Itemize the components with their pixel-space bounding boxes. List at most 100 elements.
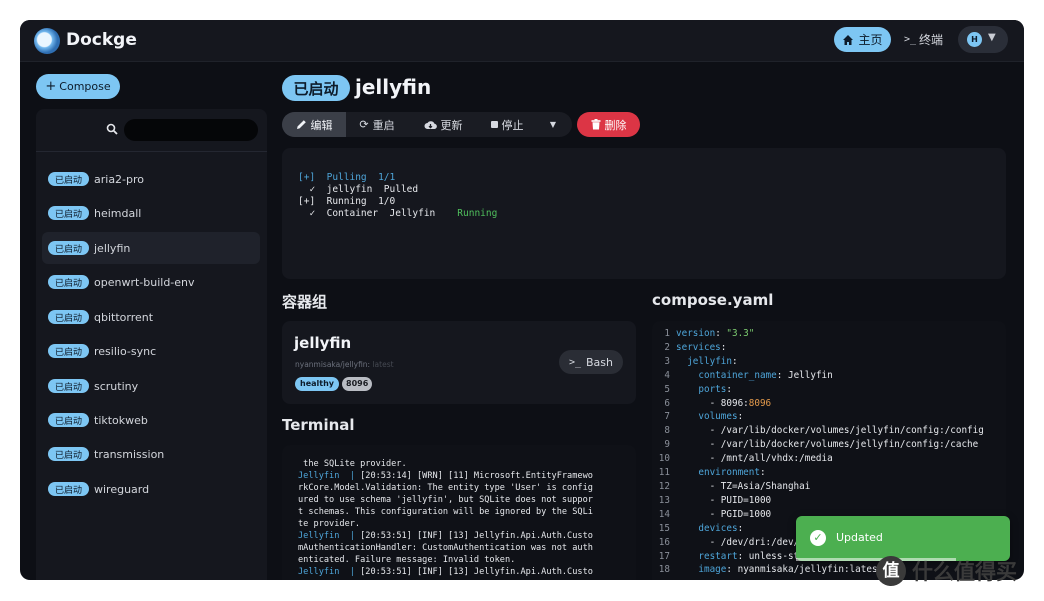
log-line: Jellyfin | [20:53:51] [INF] [13] Jellyfi… (298, 566, 620, 578)
port-badge[interactable]: 8096 (342, 377, 373, 391)
stack-name: transmission (94, 447, 165, 461)
log-line: mAuthenticationHandler: CustomAuthentica… (298, 543, 593, 553)
stack-name: aria2-pro (94, 172, 145, 186)
stack-item-aria2-pro[interactable]: 已启动 aria2-pro (42, 163, 260, 195)
stack-action-group: 编辑 ⟳ 重启 更新 停止 ▼ (282, 112, 572, 137)
chevron-down-icon: ▼ (988, 32, 996, 43)
code-text: - /mnt/all/vhdx:/media (676, 453, 833, 465)
log-text: [20:53:51] [INF] [13] Jellyfin.Api.Auth.… (354, 567, 593, 577)
stack-name: openwrt-build-env (94, 275, 195, 289)
line-number: 11 (658, 467, 670, 479)
log-line: enticated. Failure message: Invalid toke… (298, 555, 516, 565)
line-number: 4 (664, 369, 670, 381)
avatar: H (967, 32, 982, 47)
code-text: devices: (698, 522, 744, 534)
restart-label: 重启 (372, 118, 395, 132)
nav-terminal-button[interactable]: >_ 终端 (904, 27, 950, 52)
stack-item-jellyfin[interactable]: 已启动 jellyfin (42, 232, 260, 264)
code-line: 8 - /var/lib/docker/volumes/jellyfin/con… (652, 424, 1006, 438)
dockge-logo-icon[interactable] (34, 28, 60, 54)
status-badge: 已启动 (48, 344, 89, 358)
line-number: 3 (664, 355, 670, 367)
toast-notification[interactable]: ✓ Updated (796, 516, 1010, 561)
code-line: 13 - PUID=1000 (652, 494, 1006, 508)
caret-down-icon: ▼ (549, 120, 557, 129)
log-prefix: Jellyfin | (298, 567, 355, 577)
stack-name: resilio-sync (94, 344, 157, 358)
progress-line-text: ✓ Container Jellyfin (298, 208, 436, 219)
delete-button[interactable]: 删除 (577, 112, 640, 137)
status-badge: 已启动 (48, 206, 89, 220)
status-badge: 已启动 (48, 447, 89, 461)
bash-label: Bash (586, 355, 614, 369)
bash-button[interactable]: >_ Bash (559, 350, 623, 374)
stack-item-openwrt-build-env[interactable]: 已启动 openwrt-build-env (42, 266, 260, 298)
line-number: 1 (664, 328, 670, 339)
code-line: 5 ports: (652, 383, 1006, 397)
line-number: 12 (658, 480, 670, 492)
search-input[interactable] (124, 119, 258, 141)
update-button[interactable]: 更新 (416, 112, 470, 137)
log-line: te provider. (298, 519, 361, 529)
terminal-log[interactable]: the SQLite provider. Jellyfin | [20:53:14… (282, 445, 636, 580)
log-prefix: Jellyfin | (298, 531, 355, 541)
line-number: 13 (658, 494, 670, 506)
watermark-logo: 值 (876, 556, 906, 586)
edit-button[interactable]: 编辑 (282, 112, 346, 137)
stack-status-badge: 已启动 (282, 75, 350, 101)
code-text: environment: (698, 467, 766, 479)
stack-name: heimdall (94, 206, 142, 220)
line-number: 5 (664, 383, 670, 395)
code-line: 10 - /mnt/all/vhdx:/media (652, 452, 1006, 466)
code-line: 3 jellyfin: (652, 355, 1006, 369)
code-text: image: nyanmisaka/jellyfin:latest (698, 564, 884, 576)
stack-item-transmission[interactable]: 已启动 transmission (42, 438, 260, 470)
brand-name[interactable]: Dockge (66, 30, 137, 50)
code-text: - /var/lib/docker/volumes/jellyfin/confi… (676, 439, 979, 451)
stack-item-wireguard[interactable]: 已启动 wireguard (42, 473, 260, 505)
stack-item-scrutiny[interactable]: 已启动 scrutiny (42, 370, 260, 402)
progress-terminal[interactable]: [+] Pulling 1/1 ✓ jellyfin Pulled [+] Ru… (282, 148, 1006, 279)
code-text: - PUID=1000 (676, 494, 772, 506)
compose-heading: compose.yaml (652, 291, 774, 309)
line-number: 9 (664, 439, 670, 451)
code-text: version: "3.3" (676, 328, 755, 339)
code-text: - PGID=1000 (676, 508, 772, 520)
code-line: 4 container_name: Jellyfin (652, 369, 1006, 383)
nav-terminal-label: 终端 (919, 33, 944, 47)
code-text: - 8096:8096 (676, 397, 772, 409)
line-number: 18 (658, 564, 670, 576)
code-line: 7 volumes: (652, 410, 1006, 424)
line-number: 8 (664, 425, 670, 437)
stack-list: 已启动 aria2-pro 已启动 heimdall 已启动 jellyfin 已启动 ope… (36, 151, 267, 580)
log-text: [20:53:51] [INF] [13] Jellyfin.Api.Auth.… (354, 531, 593, 541)
progress-line: [+] Running 1/0 (298, 196, 396, 207)
stack-item-qbittorrent[interactable]: 已启动 qbittorrent (42, 301, 260, 333)
code-text: - TZ=Asia/Shanghai (676, 480, 811, 492)
nav-home-label: 主页 (858, 33, 883, 47)
code-text: - /dev/dri:/dev/dri (676, 536, 816, 548)
stack-item-heimdall[interactable]: 已启动 heimdall (42, 197, 260, 229)
terminal-heading: Terminal (282, 416, 355, 434)
stack-item-tiktokweb[interactable]: 已启动 tiktokweb (42, 404, 260, 436)
health-badge: healthy (295, 377, 339, 391)
restart-button[interactable]: ⟳ 重启 (350, 112, 404, 137)
stop-button[interactable]: 停止 (480, 112, 534, 137)
code-text: jellyfin: (687, 355, 738, 367)
nav-home-button[interactable]: 主页 (834, 27, 891, 52)
delete-label: 删除 (604, 118, 627, 132)
status-badge: 已启动 (48, 241, 89, 255)
log-text: [20:53:14] [WRN] [11] Microsoft.EntityFr… (354, 471, 593, 481)
stack-item-resilio-sync[interactable]: 已启动 resilio-sync (42, 335, 260, 367)
compose-button[interactable]: + Compose (36, 74, 120, 99)
app-window: Dockge 主页 >_ 终端 H ▼ + Compose 已启动 aria2-p… (20, 20, 1024, 580)
more-actions-dropdown[interactable]: ▼ (540, 112, 566, 137)
pencil-icon (296, 120, 306, 129)
code-line: 9 - /var/lib/docker/volumes/jellyfin/con… (652, 438, 1006, 452)
profile-dropdown[interactable]: H ▼ (958, 26, 1008, 53)
terminal-icon: >_ (568, 356, 582, 368)
code-line: 6 - 8096:8096 (652, 397, 1006, 411)
log-line: the SQLite provider. (298, 459, 407, 469)
toast-message: Updated (836, 531, 883, 544)
watermark-text: 什么值得买 (912, 560, 1017, 584)
